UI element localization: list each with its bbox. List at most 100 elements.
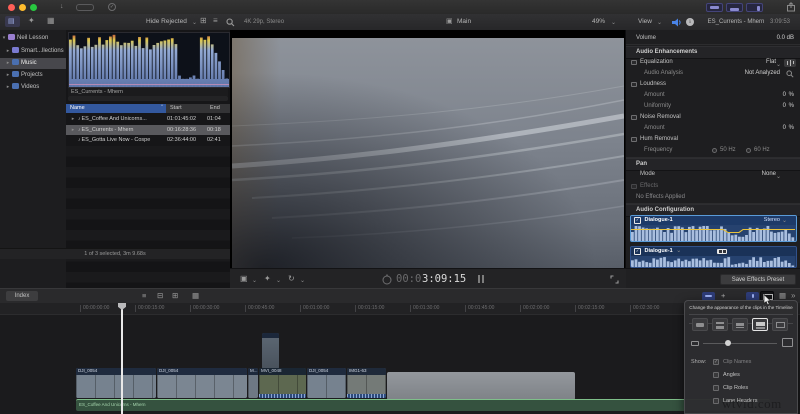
appearance-option-even[interactable] [732,318,748,331]
timeline-clip[interactable]: IMG1-63 [347,368,386,398]
audio-channel-strip-1[interactable]: ✓ Dialogue-1 Stereo ⌄ [630,215,797,242]
disclosure-closed-icon[interactable]: ▸ [69,114,77,125]
effects-wand-icon[interactable]: ✦ [264,275,271,283]
uniformity-value[interactable]: 0 [783,101,786,112]
minimize-window-button[interactable] [19,4,26,11]
equalization-checkbox[interactable] [631,59,637,65]
channel-format-dropdown[interactable]: Stereo [764,216,780,225]
disclosure-closed-icon[interactable]: ▸ [0,82,12,93]
timeline-clip[interactable]: M... [248,368,258,398]
channel-chevron-icon[interactable]: ⌄ [676,248,681,254]
column-header-name[interactable]: Name ˆ [66,104,166,113]
more-chevrons-icon[interactable]: » [791,292,795,300]
position-plus-icon[interactable]: + [721,292,725,300]
download-icon[interactable]: ↓ [60,3,64,10]
column-header-start[interactable]: Start [170,104,182,113]
insert-icon[interactable]: ⊟ [157,292,163,300]
effects-chevron-icon[interactable]: ⌄ [276,277,281,284]
connected-clip[interactable] [262,333,279,369]
clip-height-slider[interactable] [703,343,777,344]
playhead[interactable] [118,303,126,414]
browser-row[interactable]: ▸ ♪ES_Coffee And Unicorns... 01:01:45:02 … [66,114,230,125]
video-frame[interactable] [232,38,624,268]
audio-channel-strip-2[interactable]: ✓ Dialogue-1 ⌄ [630,246,797,268]
share-icon[interactable] [786,2,796,12]
disclosure-closed-icon[interactable]: ▸ [69,125,77,136]
effects-browser-icon[interactable]: ▦ [779,292,786,300]
amount-value[interactable]: 0 [783,90,786,101]
search-icon[interactable] [226,18,235,27]
lane-headers-checkbox[interactable] [713,398,719,404]
clip-roles-checkbox[interactable] [713,385,719,391]
gap-clip[interactable] [387,372,575,400]
disclosure-closed-icon[interactable]: ▸ [0,70,12,81]
browser-toggle-button[interactable] [706,3,723,12]
equalizer-button[interactable] [784,58,796,67]
sidebar-item-videos[interactable]: ▸ Videos [0,82,66,93]
view-dropdown[interactable]: View [638,18,652,26]
connected-audio-clip[interactable]: ES_Coffee And Unicorns - Mhern [76,399,770,411]
appearance-option-audio-large[interactable] [712,318,728,331]
noise-amount-value[interactable]: 0 [783,123,786,134]
sidebar-item-music[interactable]: ▸ Music [0,58,66,69]
viewer-timecode[interactable]: 3:09:15 [422,269,466,289]
loudness-checkbox[interactable] [631,81,637,87]
overwrite-icon[interactable]: ▦ [192,292,199,300]
retime-chevron-icon[interactable]: ⌄ [300,277,305,284]
frequency-60hz-radio[interactable] [746,148,751,153]
timeline-clip[interactable]: MVI_0048 [259,368,306,398]
inspector-toggle-button[interactable] [746,3,763,12]
list-view-icon[interactable]: ≡ [213,17,218,25]
channel-enabled-checkbox[interactable]: ✓ [634,217,641,224]
photos-audio-icon[interactable]: ✦ [28,17,35,25]
viewer-title[interactable]: Main [457,18,471,26]
disclosure-open-icon[interactable]: ▾ [0,33,8,44]
appearance-option-film-only[interactable] [772,318,788,331]
analyze-icon[interactable] [786,70,794,78]
volume-value[interactable]: 0.0 dB [777,33,794,44]
filmstrip-view-icon[interactable]: ⊞ [200,17,207,25]
preview-scrollbar[interactable] [68,96,228,101]
clip-height-slider-thumb[interactable] [725,340,731,346]
sidebar-item-smart-collections[interactable]: ▸ Smart...llections [0,46,66,57]
sidebar-item-projects[interactable]: ▸ Projects [0,70,66,81]
timer-pill[interactable] [76,3,94,11]
fullscreen-icon[interactable] [610,275,619,284]
timeline-clip[interactable]: DJI_0054 [76,368,156,398]
retime-icon[interactable]: ↻ [288,275,295,283]
appearance-option-film-large-selected[interactable] [752,318,768,331]
zoom-level-dropdown[interactable]: 49% [592,18,605,26]
close-window-button[interactable] [8,4,15,11]
browser-row[interactable]: ♪ES_Gotta Live Now - Cospe 02:36:44:00 0… [66,135,230,146]
timeline-clip[interactable]: DJI_0054 [307,368,346,398]
column-header-end[interactable]: End [210,104,220,113]
transform-crop-icon[interactable]: ▣ [240,275,248,283]
timeline-toggle-button[interactable] [726,3,743,12]
angles-checkbox[interactable] [713,372,719,378]
disclosure-closed-icon[interactable]: ▸ [0,58,12,69]
channel-enabled-checkbox[interactable]: ✓ [634,248,641,255]
appearance-option-audio-only[interactable] [692,318,708,331]
paste-connect-icon[interactable]: ≡ [142,292,146,300]
save-effects-preset-button[interactable]: Save Effects Preset [720,274,796,285]
index-button[interactable]: Index [6,291,38,301]
titles-generators-icon[interactable]: ▦ [47,17,55,25]
mode-value[interactable]: None [762,169,776,180]
zoom-window-button[interactable] [30,4,37,11]
disclosure-closed-icon[interactable]: ▸ [0,46,12,57]
clip-names-checkbox[interactable]: ✓ [713,359,719,365]
audio-inspector-tab-icon[interactable] [672,18,682,27]
hum-removal-checkbox[interactable] [631,136,637,142]
effects-checkbox[interactable] [631,183,637,189]
equalization-value[interactable]: Flat [766,57,776,68]
info-inspector-tab-icon[interactable]: i [686,18,694,26]
filter-dropdown[interactable]: Hide Rejected [146,18,187,26]
browser-row-selected[interactable]: ▸ ♪ES_Currents - Mhern 00:16:28:36 00:18 [66,124,230,136]
noise-removal-checkbox[interactable] [631,114,637,120]
transform-chevron-icon[interactable]: ⌄ [252,277,257,284]
frequency-50hz-radio[interactable] [712,148,717,153]
append-icon[interactable]: ⊞ [172,292,178,300]
sidebar-library[interactable]: ▾ Neil Lesson [0,33,66,44]
timeline-clip[interactable]: DJI_0054 [157,368,247,398]
sidebar-toggle-button[interactable]: ▤ [5,16,20,27]
